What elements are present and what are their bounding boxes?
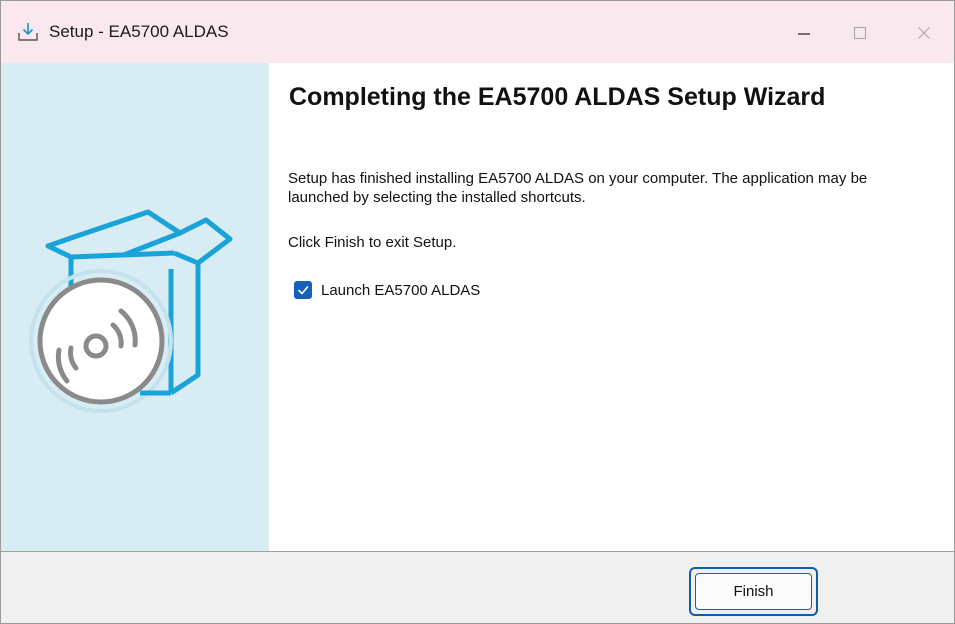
close-icon <box>918 27 930 39</box>
software-box-disc-icon <box>29 209 233 413</box>
download-install-icon <box>18 23 38 41</box>
finish-focus-ring: Finish <box>689 567 818 616</box>
launch-checkbox[interactable] <box>294 281 312 299</box>
wizard-banner <box>1 63 269 551</box>
wizard-footer: Finish <box>1 552 954 623</box>
minimize-icon <box>798 33 810 35</box>
wizard-content: Completing the EA5700 ALDAS Setup Wizard… <box>269 63 954 551</box>
page-title: Completing the EA5700 ALDAS Setup Wizard <box>289 83 826 111</box>
launch-checkbox-label[interactable]: Launch EA5700 ALDAS <box>321 282 480 299</box>
finish-button[interactable]: Finish <box>695 573 812 610</box>
checkmark-icon <box>298 286 309 295</box>
setup-window: Setup - EA5700 ALDAS Completing the EA57… <box>0 0 955 624</box>
minimize-button[interactable] <box>781 9 827 57</box>
maximize-icon <box>853 26 867 40</box>
launch-checkbox-row[interactable]: Launch EA5700 ALDAS <box>294 281 480 299</box>
close-button[interactable] <box>901 9 947 57</box>
completion-message: Setup has finished installing EA5700 ALD… <box>288 170 868 206</box>
title-bar[interactable]: Setup - EA5700 ALDAS <box>1 1 954 63</box>
maximize-button[interactable] <box>837 9 883 57</box>
finish-instruction: Click Finish to exit Setup. <box>288 234 457 251</box>
window-title: Setup - EA5700 ALDAS <box>49 22 229 41</box>
